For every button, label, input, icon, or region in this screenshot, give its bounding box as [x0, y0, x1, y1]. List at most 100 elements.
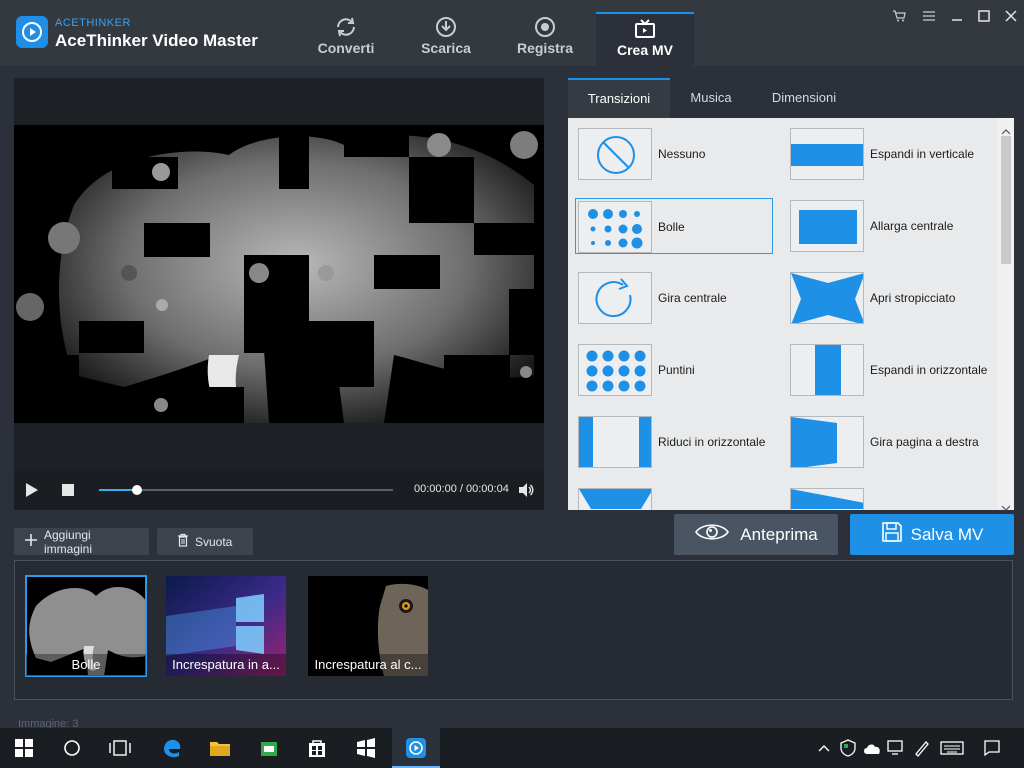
shield-icon[interactable] [836, 736, 860, 760]
transition-gira-centrale[interactable]: Gira centrale [576, 270, 774, 326]
close-icon[interactable] [1002, 8, 1020, 24]
title-bar: ACETHINKER AceThinker Video Master Conve… [0, 0, 1024, 66]
network-icon[interactable] [884, 736, 908, 760]
transitions-scrollbar[interactable] [998, 118, 1014, 511]
rotate-center-icon [578, 272, 652, 324]
transition-label: Puntini [658, 363, 695, 377]
acethinker-taskbar-icon[interactable] [404, 736, 428, 760]
clear-label: Svuota [195, 534, 233, 549]
transitions-grid: Nessuno Espandi in verticale Bolle Allar… [568, 118, 996, 510]
transition-thumb-partial-icon [790, 488, 864, 510]
task-view-icon[interactable] [108, 736, 132, 760]
transition-puntini[interactable]: Puntini [576, 342, 774, 398]
tab-dimensioni[interactable]: Dimensioni [754, 78, 854, 118]
add-images-label: Aggiungi immagini [44, 527, 93, 556]
tv-icon [633, 18, 657, 40]
transition-label: Bolle [658, 220, 685, 234]
bubbles-icon [578, 201, 652, 253]
image-strip: Bolle Increspatura in a... Increspatura [14, 560, 1013, 700]
tab-scarica-label: Scarica [421, 40, 471, 56]
store-app-icon[interactable] [257, 736, 281, 760]
search-icon[interactable] [60, 736, 84, 760]
transition-label: Apri stropicciato [870, 291, 956, 305]
record-icon [533, 16, 557, 38]
keyboard-icon[interactable] [940, 736, 964, 760]
shopping-bag-icon[interactable] [305, 736, 329, 760]
transition-espandi-orizzontale[interactable]: Espandi in orizzontale [788, 342, 988, 398]
time-display: 00:00:00 / 00:00:04 [414, 483, 509, 495]
tab-converti-label: Converti [317, 40, 375, 56]
file-explorer-icon[interactable] [208, 736, 232, 760]
transition-espandi-verticale[interactable]: Espandi in verticale [788, 126, 986, 182]
tab-crea-mv[interactable]: Crea MV [596, 12, 694, 66]
volume-icon[interactable] [518, 482, 534, 503]
none-icon [578, 128, 652, 180]
menu-icon[interactable] [920, 8, 938, 24]
plus-icon [24, 533, 38, 550]
transition-label: Riduci in orizzontale [658, 435, 766, 449]
pen-icon[interactable] [910, 736, 934, 760]
windows-start-icon[interactable] [12, 736, 36, 760]
minimize-icon[interactable] [948, 8, 966, 24]
eye-icon [694, 522, 730, 547]
transition-riduci-orizzontale[interactable]: Riduci in orizzontale [576, 414, 774, 470]
download-icon [434, 16, 458, 38]
tab-transizioni[interactable]: Transizioni [568, 78, 670, 118]
chevron-up-icon[interactable] [812, 736, 836, 760]
edge-browser-icon[interactable] [160, 736, 184, 760]
save-mv-button[interactable]: Salva MV [850, 514, 1014, 555]
player-controls: 00:00:00 / 00:00:04 [14, 470, 544, 510]
scroll-thumb[interactable] [1001, 136, 1011, 264]
app-logo-icon [16, 16, 48, 48]
brand-small-text: ACETHINKER [55, 17, 131, 29]
cloud-icon[interactable] [860, 736, 884, 760]
transition-label: Espandi in orizzontale [870, 363, 988, 377]
add-images-button[interactable]: Aggiungi immagini [14, 527, 149, 556]
transition-nessuno[interactable]: Nessuno [576, 126, 774, 182]
progress-track[interactable] [99, 489, 393, 491]
image-card-2[interactable]: Increspatura in a... [166, 576, 286, 676]
save-icon [881, 521, 903, 548]
transition-partial[interactable] [576, 486, 774, 510]
image-card-caption: Increspatura in a... [166, 654, 286, 676]
tab-musica[interactable]: Musica [670, 78, 752, 118]
app-title: AceThinker Video Master [55, 31, 258, 50]
transition-allarga-centrale[interactable]: Allarga centrale [788, 198, 986, 254]
transition-gira-pagina-destra[interactable]: Gira pagina a destra [788, 414, 986, 470]
tab-registra[interactable]: Registra [496, 12, 594, 66]
preview-button[interactable]: Anteprima [674, 514, 838, 555]
dots-icon [578, 344, 652, 396]
maximize-icon[interactable] [975, 8, 993, 24]
tab-scarica[interactable]: Scarica [397, 12, 495, 66]
crumple-open-icon [790, 272, 864, 324]
tab-crea-mv-label: Crea MV [616, 42, 674, 58]
transition-partial[interactable] [788, 486, 986, 510]
video-preview: 00:00:00 / 00:00:04 [14, 78, 544, 510]
image-card-caption: Bolle [26, 654, 146, 676]
center-widen-icon [790, 200, 864, 252]
tab-registra-label: Registra [516, 40, 574, 56]
expand-vertical-icon [790, 128, 864, 180]
page-turn-right-icon [790, 416, 864, 468]
transitions-panel: Transizioni Musica Dimensioni Nessuno Es… [568, 78, 1014, 511]
tab-converti[interactable]: Converti [297, 12, 395, 66]
preview-label: Anteprima [740, 524, 818, 544]
transition-label: Gira pagina a destra [870, 435, 979, 449]
panel-tabs: Transizioni Musica Dimensioni [568, 78, 1014, 118]
notifications-icon[interactable] [980, 736, 1004, 760]
windows-app-icon[interactable] [354, 736, 378, 760]
transition-label: Allarga centrale [870, 219, 954, 233]
save-mv-label: Salva MV [910, 524, 984, 544]
image-card-1[interactable]: Bolle [25, 575, 147, 677]
stop-icon[interactable] [61, 483, 75, 502]
transition-label: Espandi in verticale [870, 147, 975, 161]
clear-button[interactable]: Svuota [157, 528, 253, 555]
progress-handle[interactable] [132, 485, 142, 495]
transition-label: Gira centrale [658, 291, 727, 305]
play-icon[interactable] [25, 482, 39, 503]
image-card-3[interactable]: Increspatura al c... [308, 576, 428, 676]
preview-image [14, 125, 544, 423]
transition-bolle[interactable]: Bolle [575, 198, 773, 254]
cart-icon[interactable] [890, 8, 908, 24]
transition-apri-stropicciato[interactable]: Apri stropicciato [788, 270, 986, 326]
